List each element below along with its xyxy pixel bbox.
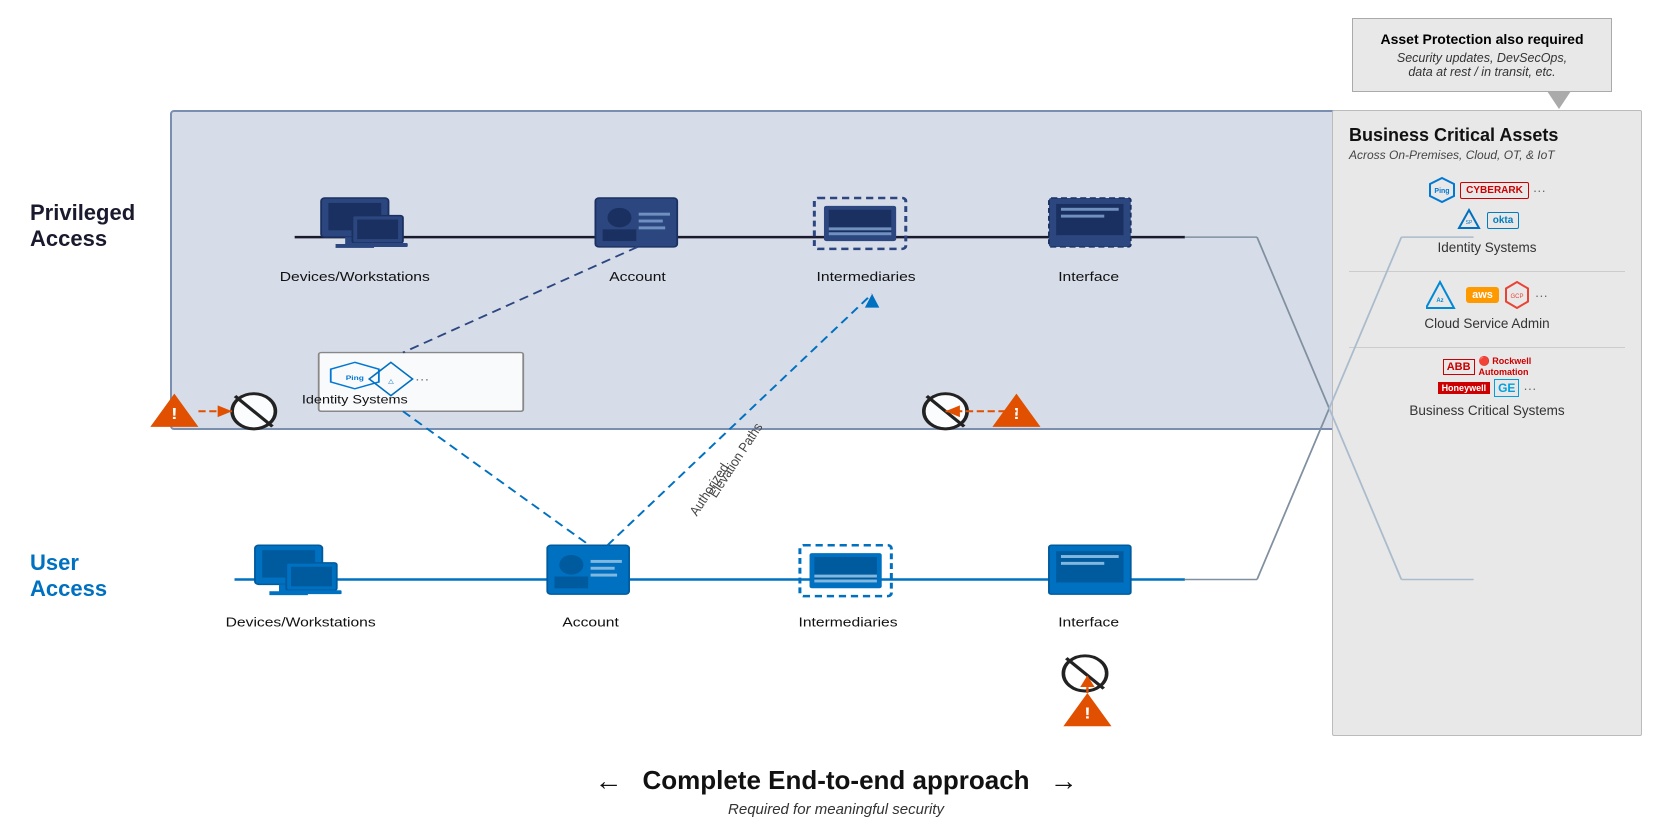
svg-text:!: ! xyxy=(1013,405,1019,423)
svg-text:Account: Account xyxy=(562,616,619,630)
svg-text:···: ··· xyxy=(415,372,429,385)
user-interface-icon xyxy=(1049,545,1131,594)
arrow-right-icon: → xyxy=(1050,765,1078,797)
priv-devices-icon xyxy=(321,198,408,248)
svg-text:Interface: Interface xyxy=(1058,270,1119,284)
user-account-icon xyxy=(547,545,629,594)
user-intermediaries-icon xyxy=(800,545,891,596)
svg-text:Devices/Workstations: Devices/Workstations xyxy=(280,270,430,284)
block-circle-left xyxy=(232,394,275,429)
block-circle-bottom xyxy=(1063,656,1106,691)
svg-text:!: ! xyxy=(1084,704,1090,722)
end-to-end-text: Complete End-to-end approach xyxy=(642,765,1029,796)
priv-account-icon xyxy=(595,198,677,247)
svg-text:Devices/Workstations: Devices/Workstations xyxy=(226,616,376,630)
asset-protection-subtitle: Security updates, DevSecOps,data at rest… xyxy=(1369,51,1595,79)
svg-text:Intermediaries: Intermediaries xyxy=(798,616,897,630)
svg-text:Intermediaries: Intermediaries xyxy=(817,270,916,284)
warn-triangle-bottom: ! xyxy=(1063,693,1111,726)
svg-text:Identity Systems: Identity Systems xyxy=(302,393,408,406)
user-devices-icon xyxy=(255,545,342,595)
asset-protection-title: Asset Protection also required xyxy=(1369,31,1595,47)
svg-text:Account: Account xyxy=(609,270,666,284)
asset-protection-box: Asset Protection also required Security … xyxy=(1352,18,1612,92)
warn-triangle-left: ! xyxy=(150,394,198,427)
svg-text:Elevation Paths: Elevation Paths xyxy=(705,421,767,500)
end-to-end-title: ← Complete End-to-end approach → xyxy=(594,765,1077,797)
bottom-section: ← Complete End-to-end approach → Require… xyxy=(0,746,1672,836)
diagram-area: Privileged Access User Access Business C… xyxy=(30,110,1642,736)
arrow-left-icon: ← xyxy=(594,765,622,797)
main-container: Asset Protection also required Security … xyxy=(0,0,1672,836)
svg-text:!: ! xyxy=(171,405,177,423)
priv-intermediaries-icon xyxy=(814,198,905,249)
priv-interface-icon xyxy=(1049,198,1131,247)
svg-text:Interface: Interface xyxy=(1058,616,1119,630)
diagram-svg: Devices/Workstations Account Intermediar… xyxy=(30,110,1642,736)
svg-text:Ping: Ping xyxy=(346,374,365,382)
end-to-end-subtitle: Required for meaningful security xyxy=(728,801,944,818)
